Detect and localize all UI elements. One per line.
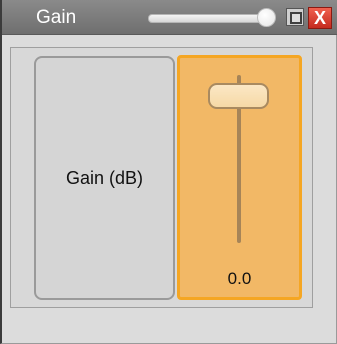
- window-title: Gain: [36, 7, 77, 28]
- gain-value: 0.0: [227, 269, 252, 288]
- maximize-button[interactable]: [286, 8, 304, 26]
- title-bar[interactable]: Gain X: [2, 0, 337, 35]
- gain-fader-panel[interactable]: 0.0: [177, 55, 302, 300]
- fader-handle[interactable]: [208, 83, 269, 109]
- gain-label-panel: Gain (dB): [34, 56, 175, 300]
- opacity-slider-track[interactable]: [148, 14, 262, 23]
- opacity-slider-knob[interactable]: [257, 8, 276, 27]
- close-button[interactable]: X: [308, 7, 332, 29]
- plugin-window: Gain X Gain (dB) 0.0: [0, 0, 337, 344]
- gain-label: Gain (dB): [65, 168, 144, 188]
